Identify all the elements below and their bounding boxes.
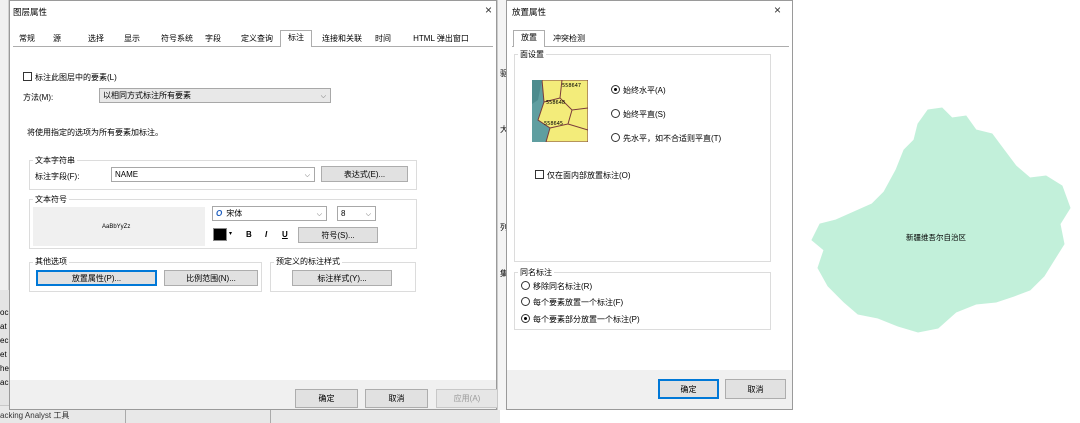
tab-placement[interactable]: 放置 (513, 30, 545, 47)
polygon-preview-icon: 558647 558648 558645 (532, 79, 589, 143)
predefined-styles-group-title: 预定义的标注样式 (274, 256, 342, 267)
region-polygon (811, 107, 1071, 333)
region-label: 新疆维吾尔自治区 (906, 232, 966, 242)
inside-only-label: 仅在面内部放置标注(O) (547, 171, 631, 180)
tab-display[interactable]: 显示 (121, 32, 143, 46)
preview-parcel-label: 558647 (562, 83, 581, 89)
text-string-group-title: 文本字符串 (33, 155, 77, 166)
cancel-button[interactable]: 取消 (725, 379, 786, 399)
info-text: 将使用指定的选项为所有要素加标注。 (27, 128, 163, 137)
always-straight-label: 始终平直(S) (623, 110, 666, 119)
text-symbol-group-title: 文本符号 (33, 194, 69, 205)
other-options-group-title: 其他选项 (33, 256, 69, 267)
method-label: 方法(M): (23, 93, 54, 102)
bottom-toolbox-text: acking Analyst 工具 (0, 411, 70, 420)
method-value: 以相同方式标注所有要素 (103, 91, 191, 100)
bold-button[interactable]: B (246, 230, 252, 239)
inside-only-checkbox[interactable] (535, 170, 544, 179)
tab-conflict-detection[interactable]: 冲突检测 (548, 32, 590, 46)
italic-button[interactable]: I (265, 230, 267, 239)
method-dropdown[interactable]: 以相同方式标注所有要素 ⌵ (99, 88, 331, 103)
font-size-dropdown[interactable]: 8 ⌵ (337, 206, 376, 221)
font-dropdown[interactable]: O 宋体 ⌵ (212, 206, 327, 221)
duplicate-labels-group-title: 同名标注 (518, 267, 554, 278)
tab-joins-relates[interactable]: 连接和关联 (318, 32, 366, 46)
polygon-settings-group-title: 面设置 (518, 49, 546, 60)
xinjiang-map: 新疆维吾尔自治区 (811, 107, 1071, 333)
tab-strip-line (13, 46, 493, 47)
font-type-icon: O (216, 209, 223, 218)
chevron-down-icon: ⌵ (304, 171, 310, 179)
label-field-label: 标注字段(F): (35, 172, 80, 181)
remove-duplicates-radio[interactable] (521, 281, 530, 290)
tab-labels[interactable]: 标注 (280, 30, 312, 47)
side-fragment: at (0, 322, 7, 331)
always-straight-radio[interactable] (611, 109, 620, 118)
cancel-button[interactable]: 取消 (365, 389, 428, 408)
side-fragment: oc (0, 308, 9, 317)
tab-symbology[interactable]: 符号系统 (157, 32, 197, 46)
preview-parcel-label: 558645 (544, 121, 563, 127)
tab-general[interactable]: 常规 (15, 32, 39, 46)
label-features-checkbox[interactable] (23, 72, 32, 81)
placement-dialog-title: 放置属性 (512, 7, 547, 17)
font-value: 宋体 (226, 209, 243, 218)
close-icon[interactable]: × (485, 3, 492, 17)
always-horizontal-radio[interactable] (611, 85, 620, 94)
side-fragment: ac (0, 378, 9, 387)
one-per-feature-radio[interactable] (521, 297, 530, 306)
side-fragment: ec (0, 336, 9, 345)
tab-html-popup[interactable]: HTML 弹出窗口 (406, 32, 476, 46)
label-field-dropdown[interactable]: NAME ⌵ (111, 167, 315, 182)
font-size-value: 8 (341, 209, 346, 218)
ok-button[interactable]: 确定 (295, 389, 358, 408)
tab-time[interactable]: 时间 (372, 32, 394, 46)
chevron-down-icon: ⌵ (365, 210, 371, 218)
placement-properties-button[interactable]: 放置属性(P)... (36, 270, 157, 286)
placement-tab-line (512, 46, 789, 47)
tab-fields[interactable]: 字段 (202, 32, 224, 46)
side-fragment: et (0, 350, 7, 359)
horizontal-then-straight-radio[interactable] (611, 133, 620, 142)
symbol-button[interactable]: 符号(S)... (298, 227, 378, 243)
apply-button[interactable]: 应用(A) (436, 389, 498, 408)
layer-dialog-title: 图层属性 (13, 7, 48, 17)
scale-range-button[interactable]: 比例范围(N)... (164, 270, 258, 286)
always-horizontal-label: 始终水平(A) (623, 86, 666, 95)
one-per-feature-label: 每个要素放置一个标注(F) (533, 298, 624, 307)
polygon-preview-image: 558647 558648 558645 (532, 79, 589, 143)
color-dropdown-arrow-icon[interactable]: ▾ (229, 230, 232, 237)
one-per-part-radio[interactable] (521, 314, 530, 323)
underline-button[interactable]: U (282, 230, 288, 239)
chevron-down-icon: ⌵ (316, 210, 322, 218)
ok-button[interactable]: 确定 (658, 379, 719, 399)
text-color-swatch[interactable] (213, 228, 227, 241)
remove-duplicates-label: 移除同名标注(R) (533, 282, 593, 291)
horizontal-then-straight-label: 先水平，如不合适则平直(T) (623, 134, 722, 143)
label-field-value: NAME (115, 170, 139, 179)
close-icon[interactable]: × (774, 3, 781, 17)
chevron-down-icon: ⌵ (320, 92, 326, 100)
preview-text: AaBbYyZz (102, 224, 131, 230)
side-fragment: he (0, 364, 9, 373)
tab-definition-query[interactable]: 定义查询 (238, 32, 276, 46)
tab-selection[interactable]: 选择 (85, 32, 107, 46)
label-styles-button[interactable]: 标注样式(Y)... (292, 270, 392, 286)
label-features-checkbox-label: 标注此图层中的要素(L) (35, 73, 117, 82)
preview-parcel-label: 558648 (546, 100, 565, 106)
tab-source[interactable]: 源 (49, 32, 65, 46)
one-per-part-label: 每个要素部分放置一个标注(P) (533, 315, 640, 324)
expression-button[interactable]: 表达式(E)... (321, 166, 408, 182)
